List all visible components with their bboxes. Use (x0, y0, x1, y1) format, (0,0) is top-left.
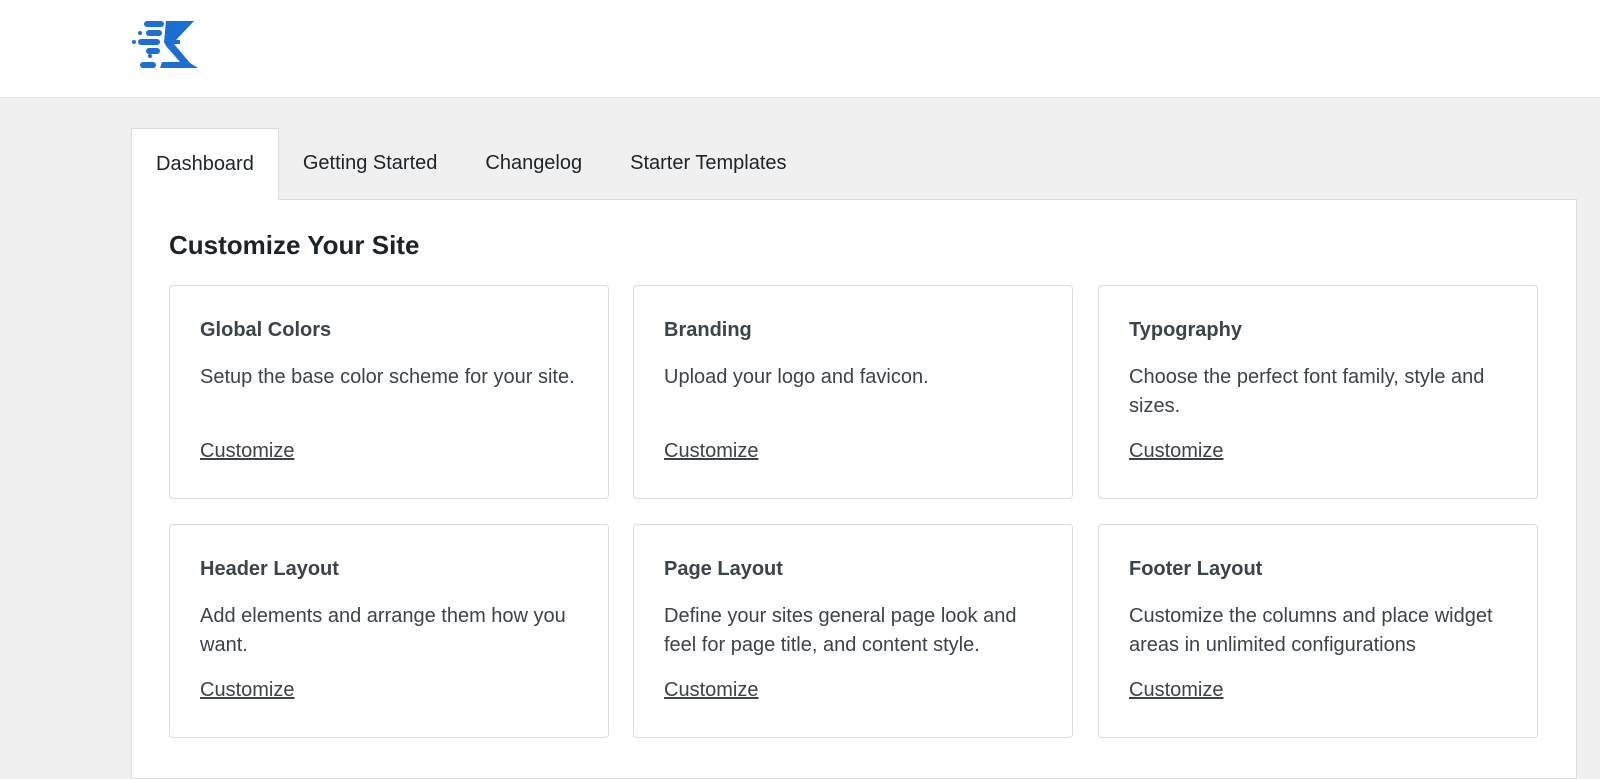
card-description: Setup the base color scheme for your sit… (200, 366, 575, 388)
tab-starter-templates[interactable]: Starter Templates (606, 128, 810, 198)
card-header-layout: Header Layout Add elements and arrange t… (169, 524, 609, 738)
card-page-layout: Page Layout Define your sites general pa… (633, 524, 1073, 738)
tab-getting-started[interactable]: Getting Started (279, 128, 462, 198)
card-description: Choose the perfect font family, style an… (1129, 366, 1485, 417)
card-description: Upload your logo and favicon. (664, 366, 929, 388)
card-title: Header Layout (200, 558, 339, 580)
top-bar (0, 0, 1600, 98)
customize-footer-layout-link[interactable]: Customize (1129, 676, 1223, 704)
tab-dashboard[interactable]: Dashboard (131, 128, 279, 200)
card-title: Branding (664, 319, 752, 341)
card-branding: Branding Upload your logo and favicon. C… (633, 285, 1073, 499)
dashboard-panel: Customize Your Site Global Colors Setup … (131, 199, 1577, 779)
customize-typography-link[interactable]: Customize (1129, 437, 1223, 465)
tab-changelog[interactable]: Changelog (461, 128, 606, 198)
section-title: Customize Your Site (169, 230, 420, 260)
card-global-colors: Global Colors Setup the base color schem… (169, 285, 609, 499)
customize-branding-link[interactable]: Customize (664, 437, 758, 465)
card-title: Global Colors (200, 319, 332, 341)
card-description: Customize the columns and place widget a… (1129, 605, 1493, 656)
card-description: Define your sites general page look and … (664, 605, 1017, 656)
card-footer-layout: Footer Layout Customize the columns and … (1098, 524, 1538, 738)
customize-global-colors-link[interactable]: Customize (200, 437, 294, 465)
tab-bar: Dashboard Getting Started Changelog Star… (131, 128, 811, 200)
card-title: Typography (1129, 319, 1242, 341)
card-title: Footer Layout (1129, 558, 1263, 580)
card-typography: Typography Choose the perfect font famil… (1098, 285, 1538, 499)
customize-page-layout-link[interactable]: Customize (664, 676, 758, 704)
customize-header-layout-link[interactable]: Customize (200, 676, 294, 704)
card-title: Page Layout (664, 558, 783, 580)
card-description: Add elements and arrange them how you wa… (200, 605, 566, 656)
kadence-k-logo-icon[interactable] (132, 18, 202, 72)
